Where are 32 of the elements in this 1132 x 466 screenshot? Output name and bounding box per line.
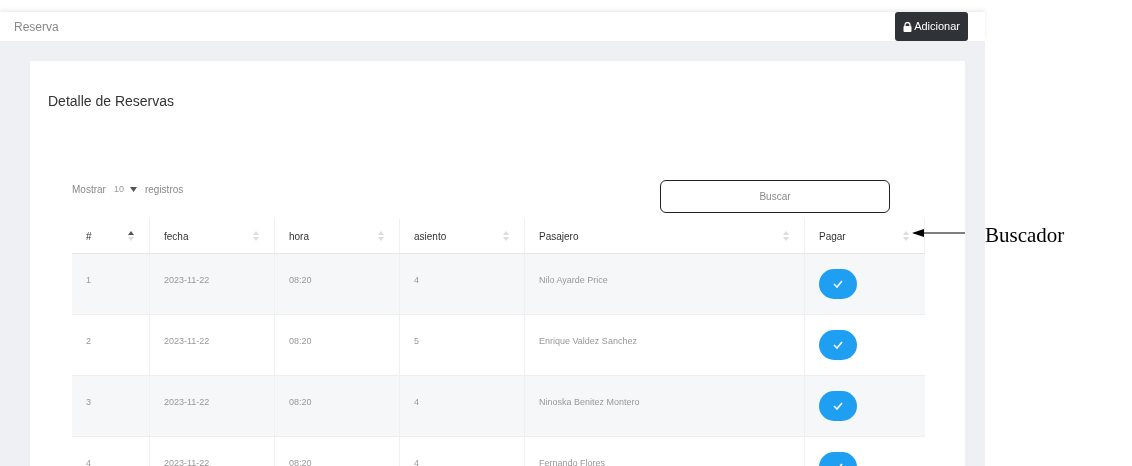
table-cell: 2	[86, 336, 91, 346]
table-cell: 2023-11-22	[164, 336, 210, 346]
table-cell: 3	[86, 397, 91, 407]
add-button[interactable]: Adicionar	[895, 12, 968, 41]
table-cell: 4	[414, 458, 419, 466]
column-header[interactable]: hora	[275, 219, 400, 253]
table-cell: 4	[86, 458, 91, 466]
table-cell: 1	[86, 275, 91, 285]
table-cell: Enrique Valdez Sanchez	[539, 336, 637, 346]
search-field[interactable]: Buscar	[660, 180, 890, 213]
table-cell: Ninoska Benitez Montero	[539, 397, 640, 407]
table-cell: 5	[414, 336, 419, 346]
table-cell: 4	[414, 275, 419, 285]
table-cell: 4	[414, 397, 419, 407]
column-header[interactable]: #	[72, 219, 150, 253]
column-header[interactable]: Pasajero	[525, 219, 805, 253]
table-cell: 2023-11-22	[164, 397, 210, 407]
length-label: Mostrar	[72, 183, 106, 197]
table-cell: 08:20	[289, 397, 312, 407]
table-cell: 08:20	[289, 458, 312, 466]
column-header[interactable]: fecha	[150, 219, 275, 253]
table-cell: Fernando Flores	[539, 458, 606, 466]
page-title: Reserva	[14, 18, 59, 36]
card-title: Detalle de Reservas	[48, 92, 176, 111]
table-cell: 2023-11-22	[164, 458, 210, 466]
table-cell: Nilo Ayarde Price	[539, 275, 608, 285]
table-cell: 08:20	[289, 275, 312, 285]
table-cell: 2023-11-22	[164, 275, 210, 285]
length-label: registros	[144, 183, 184, 197]
column-header[interactable]: asiento	[400, 219, 525, 253]
table-cell: 08:20	[289, 336, 312, 346]
annotation-label: Buscador	[985, 222, 1065, 249]
